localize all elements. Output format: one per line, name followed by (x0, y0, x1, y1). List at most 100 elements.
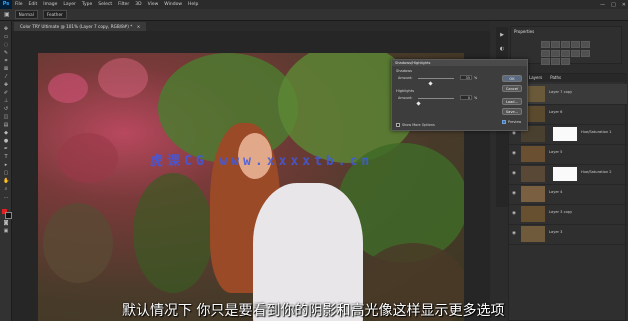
close-icon[interactable]: ✕ (622, 2, 626, 8)
adjustment-colorbalance-icon[interactable] (551, 50, 560, 57)
screen-mode-icon[interactable]: ▣ (3, 229, 9, 234)
play-icon[interactable]: ▶ (499, 33, 505, 38)
menu-type[interactable]: Type (79, 2, 95, 7)
adjustment-photofilter-icon[interactable] (571, 50, 580, 57)
menu-window[interactable]: Window (161, 2, 185, 7)
save-button[interactable]: Save... (502, 108, 522, 115)
pen-tool-icon[interactable]: ✒ (3, 147, 9, 152)
load-button[interactable]: Load... (502, 98, 522, 105)
layer-row[interactable]: ◉ Layer 3 copy (509, 204, 627, 225)
highlights-amount-knob[interactable] (415, 101, 421, 106)
document-tab[interactable]: Color TRY Ultimate @ 101% (Layer 7 copy,… (14, 22, 147, 31)
shadows-highlights-dialog: Shadows/Highlights Shadows Amount: 35 % … (391, 59, 528, 131)
document-tab-title: Color TRY Ultimate @ 101% (Layer 7 copy,… (20, 24, 133, 29)
adjustment-vibrance-icon[interactable] (581, 41, 590, 48)
dodge-tool-icon[interactable]: ● (3, 139, 9, 144)
preview-checkbox[interactable] (502, 120, 506, 124)
layer-thumbnail (521, 146, 545, 162)
adjustment-bw-icon[interactable] (561, 50, 570, 57)
menu-bar: Ps File Edit Image Layer Type Select Fil… (0, 0, 628, 9)
ok-button[interactable]: OK (502, 75, 522, 82)
layer-visibility-eye-icon[interactable]: ◉ (512, 231, 518, 236)
shadows-amount-slider[interactable] (418, 78, 454, 79)
adjustment-curves-icon[interactable] (561, 41, 570, 48)
layer-thumbnail (521, 186, 545, 202)
layer-visibility-eye-icon[interactable]: ◉ (512, 131, 518, 136)
layer-visibility-eye-icon[interactable]: ◉ (512, 191, 518, 196)
brush-tool-icon[interactable]: ✐ (3, 91, 9, 96)
show-more-options-checkbox[interactable] (396, 123, 400, 127)
show-more-options-label: Show More Options (402, 123, 435, 127)
hand-tool-icon[interactable]: ✋ (3, 179, 9, 184)
adjustment-mixer-icon[interactable] (581, 50, 590, 57)
quick-mask-icon[interactable]: ◙ (3, 221, 9, 226)
tools-panel: ✥ ▭ ◌ ✎ ⌗ ⊠ ⁄ ✚ ✐ ⊥ ↺ ◫ ▤ ◆ ● ✒ T ▸ ▢ ✋ … (0, 21, 12, 321)
cancel-button[interactable]: Cancel (502, 85, 522, 92)
layer-mask-thumbnail[interactable] (553, 127, 577, 141)
adjustment-brightness-icon[interactable] (541, 41, 550, 48)
sample-dropdown[interactable]: Feather (42, 10, 67, 19)
menu-select[interactable]: Select (95, 2, 115, 7)
layer-visibility-eye-icon[interactable]: ◉ (512, 211, 518, 216)
mode-dropdown[interactable]: Normal (14, 10, 38, 19)
eraser-tool-icon[interactable]: ◫ (3, 115, 9, 120)
shadows-amount-knob[interactable] (428, 81, 433, 86)
healing-brush-tool-icon[interactable]: ✚ (3, 83, 9, 88)
bokeh-blob (58, 133, 118, 183)
shadows-amount-input[interactable]: 35 (460, 75, 472, 80)
highlights-amount-slider[interactable] (418, 98, 454, 99)
layer-row[interactable]: ◉ Hue/Saturation 2 (509, 164, 627, 185)
menu-help[interactable]: Help (185, 2, 201, 7)
menu-layer[interactable]: Layer (60, 2, 79, 7)
tab-paths[interactable]: Paths (550, 74, 561, 82)
adjustment-posterize-icon[interactable] (551, 58, 560, 65)
clone-stamp-tool-icon[interactable]: ⊥ (3, 99, 9, 104)
layer-visibility-eye-icon[interactable]: ◉ (512, 151, 518, 156)
layer-name: Layer 3 (549, 230, 563, 234)
rectangle-tool-icon[interactable]: ▢ (3, 171, 9, 176)
adjustment-hue-icon[interactable] (541, 50, 550, 57)
layer-row[interactable]: ◉ Layer 5 (509, 144, 627, 165)
highlights-amount-input[interactable]: 0 (460, 95, 472, 100)
properties-panel-title: Properties (514, 29, 535, 34)
layer-row[interactable]: ◉ Layer 4 (509, 184, 627, 205)
marquee-tool-icon[interactable]: ▭ (3, 35, 9, 40)
tab-close-icon[interactable]: × (137, 24, 141, 29)
tool-preset-icon[interactable]: ▣ (4, 11, 10, 18)
menu-filter[interactable]: Filter (115, 2, 132, 7)
tab-layers[interactable]: Layers (529, 74, 542, 82)
bokeh-blob (48, 73, 88, 103)
highlights-amount-label: Amount: (398, 96, 413, 100)
background-color-swatch[interactable] (5, 212, 12, 219)
layer-visibility-eye-icon[interactable]: ◉ (512, 171, 518, 176)
menu-view[interactable]: View (145, 2, 162, 7)
adjustment-exposure-icon[interactable] (571, 41, 580, 48)
history-brush-tool-icon[interactable]: ↺ (3, 107, 9, 112)
crop-tool-icon[interactable]: ⌗ (3, 59, 9, 64)
menu-edit[interactable]: Edit (26, 2, 41, 7)
more-tools-icon[interactable]: … (3, 195, 9, 200)
adjustment-levels-icon[interactable] (551, 41, 560, 48)
layer-row[interactable]: ◉ Layer 3 (509, 224, 627, 245)
adjustment-invert-icon[interactable] (541, 58, 550, 65)
move-tool-icon[interactable]: ✥ (3, 27, 9, 32)
adjust-icon[interactable]: ◐ (499, 47, 505, 52)
video-subtitle: 默认情况下 你只是要看到你的阴影和高光像这样显示更多选项 (122, 303, 505, 319)
minimize-icon[interactable]: — (600, 2, 605, 8)
menu-image[interactable]: Image (40, 2, 60, 7)
frame-tool-icon[interactable]: ⊠ (3, 67, 9, 72)
eyedropper-tool-icon[interactable]: ⁄ (3, 75, 9, 80)
quick-select-tool-icon[interactable]: ✎ (3, 51, 9, 56)
adjustment-threshold-icon[interactable] (561, 58, 570, 65)
lasso-tool-icon[interactable]: ◌ (3, 43, 9, 48)
layer-mask-thumbnail[interactable] (553, 167, 577, 181)
menu-file[interactable]: File (12, 2, 26, 7)
layer-name: Layer 4 (549, 190, 563, 194)
blur-tool-icon[interactable]: ◆ (3, 131, 9, 136)
type-tool-icon[interactable]: T (3, 155, 9, 160)
maximize-icon[interactable]: □ (611, 2, 616, 8)
zoom-tool-icon[interactable]: ⌕ (3, 187, 9, 192)
gradient-tool-icon[interactable]: ▤ (3, 123, 9, 128)
menu-3d[interactable]: 3D (132, 2, 144, 7)
path-selection-tool-icon[interactable]: ▸ (3, 163, 9, 168)
